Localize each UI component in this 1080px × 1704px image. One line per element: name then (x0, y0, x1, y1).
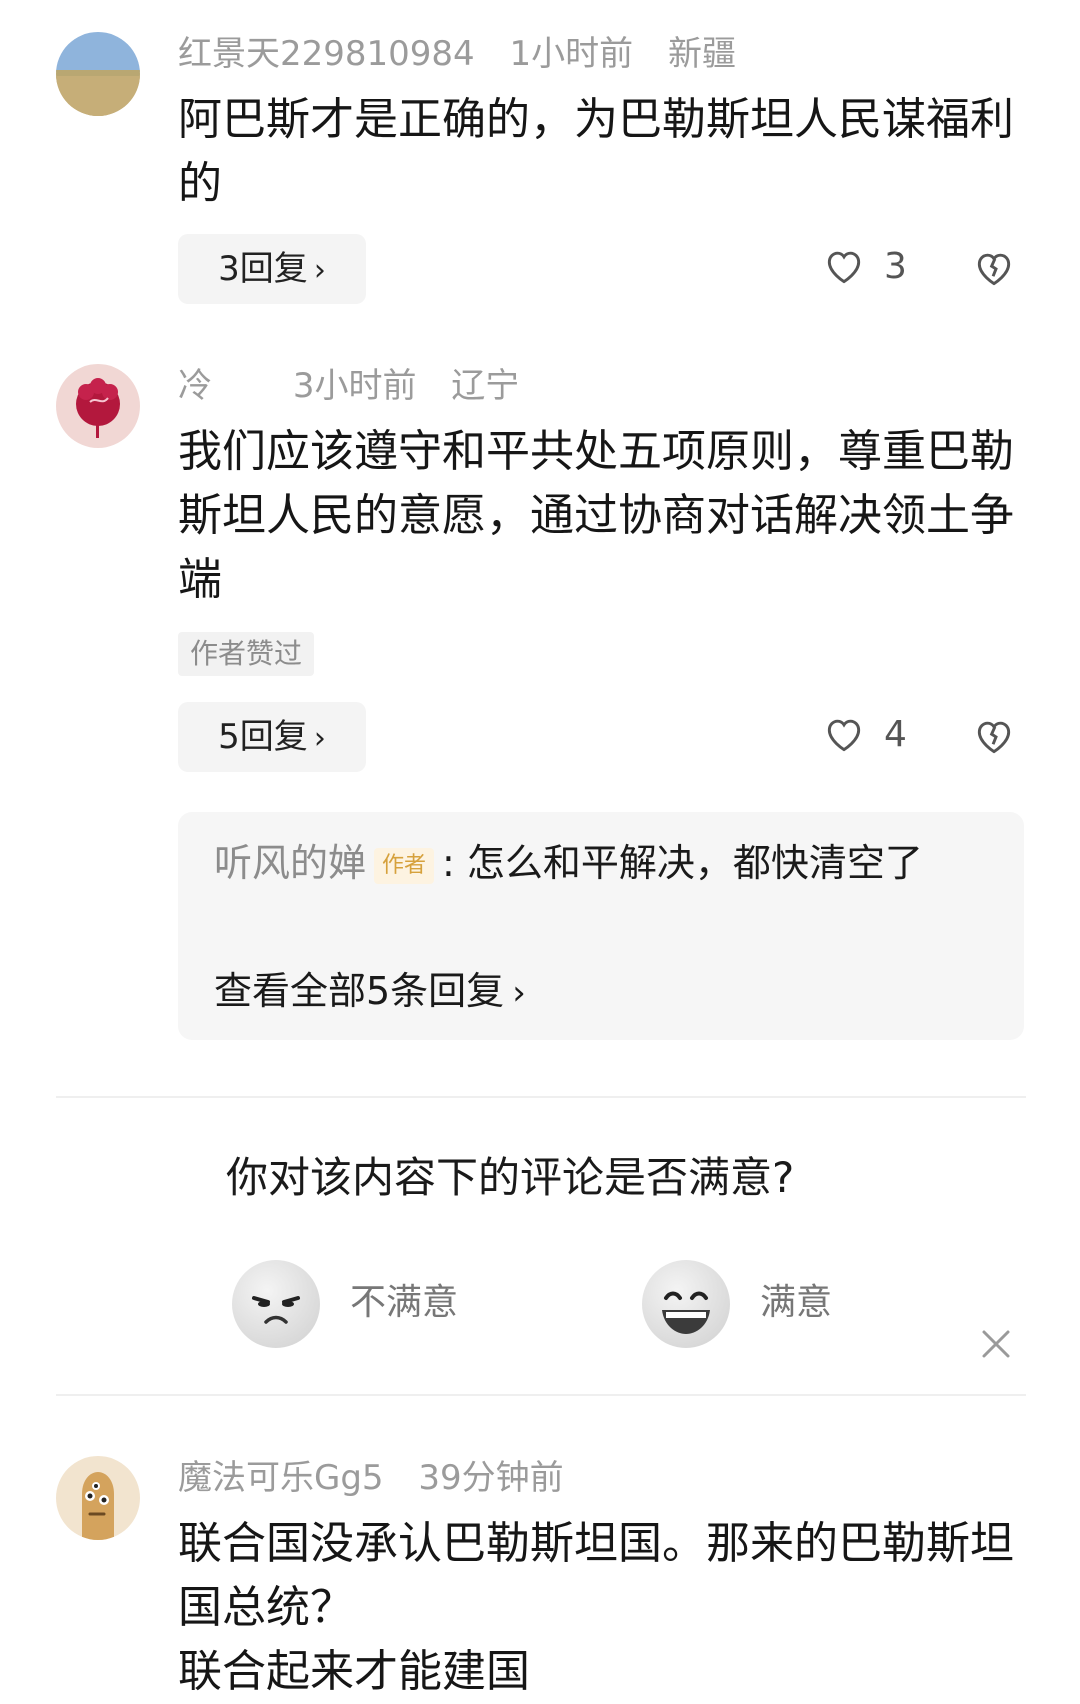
reply-count-label: 3回复 (218, 249, 308, 289)
comment-meta: 冷 3小时前 辽宁 (178, 364, 543, 408)
view-all-label: 查看全部5条回复 (214, 969, 505, 1013)
username[interactable]: 红景天229810984 (178, 34, 475, 74)
sub-reply-text: 听风的婵 作者: 怎么和平解决，都快清空了 (214, 836, 984, 890)
satisfied-face-icon[interactable] (642, 1260, 730, 1348)
sub-reply-content: : 怎么和平解决，都快清空了 (442, 841, 923, 885)
author-badge: 作者 (374, 847, 435, 884)
comment-meta: 魔法可乐Gg5 39分钟前 (178, 1456, 588, 1500)
survey-question: 你对该内容下的评论是否满意? (226, 1153, 795, 1202)
heart-outline-icon (827, 251, 861, 284)
avatar[interactable] (56, 364, 140, 448)
unsatisfied-face-icon[interactable] (232, 1260, 320, 1348)
location: 辽宁 (451, 366, 520, 406)
timestamp: 1小时前 (509, 34, 634, 74)
broken-heart-icon[interactable] (972, 246, 1016, 290)
comment-meta: 红景天229810984 1小时前 新疆 (178, 32, 760, 76)
comment-text-line: 联合起来才能建国 (178, 1646, 530, 1697)
reply-count-label: 5回复 (218, 717, 308, 757)
broken-heart-icon[interactable] (972, 714, 1016, 758)
replies-button[interactable]: 5回复 › (178, 702, 366, 772)
chevron-right-icon: › (313, 253, 326, 288)
like-count: 3 (884, 245, 907, 287)
like-button[interactable]: 4 (822, 712, 907, 756)
divider (56, 1394, 1026, 1396)
like-count: 4 (884, 713, 907, 755)
username[interactable]: 魔法可乐Gg5 (178, 1458, 384, 1498)
comment-text: 我们应该遵守和平共处五项原则，尊重巴勒斯坦人民的意愿，通过协商对话解决领土争端 (178, 426, 1014, 605)
avatar[interactable] (56, 32, 140, 116)
username[interactable]: 冷 (178, 366, 212, 406)
location: 新疆 (667, 34, 736, 74)
timestamp: 39分钟前 (418, 1458, 564, 1498)
comment-text: 联合国没承认巴勒斯坦国。那来的巴勒斯坦国总统？ 联合起来才能建国 (178, 1512, 1018, 1704)
chevron-right-icon: › (313, 721, 326, 756)
divider (56, 1096, 1026, 1098)
timestamp: 3小时前 (292, 366, 417, 406)
view-all-replies-link[interactable]: 查看全部5条回复 › (214, 964, 526, 1020)
heart-outline-icon (827, 719, 861, 752)
replies-button[interactable]: 3回复 › (178, 234, 366, 304)
comment-text: 阿巴斯才是正确的，为巴勒斯坦人民谋福利的 (178, 94, 1014, 209)
chevron-right-icon: › (512, 973, 526, 1013)
sub-reply-box[interactable]: 听风的婵 作者: 怎么和平解决，都快清空了 查看全部5条回复 › (178, 812, 1024, 1040)
close-icon[interactable] (980, 1328, 1012, 1360)
sub-reply-author[interactable]: 听风的婵 (214, 841, 366, 885)
like-button[interactable]: 3 (822, 244, 907, 288)
unsatisfied-option[interactable]: 不满意 (350, 1278, 458, 1328)
satisfied-option[interactable]: 满意 (760, 1278, 832, 1328)
comment-text-line: 联合国没承认巴勒斯坦国。那来的巴勒斯坦国总统？ (178, 1518, 1014, 1633)
avatar[interactable] (56, 1456, 140, 1540)
author-liked-tag: 作者赞过 (178, 632, 315, 676)
